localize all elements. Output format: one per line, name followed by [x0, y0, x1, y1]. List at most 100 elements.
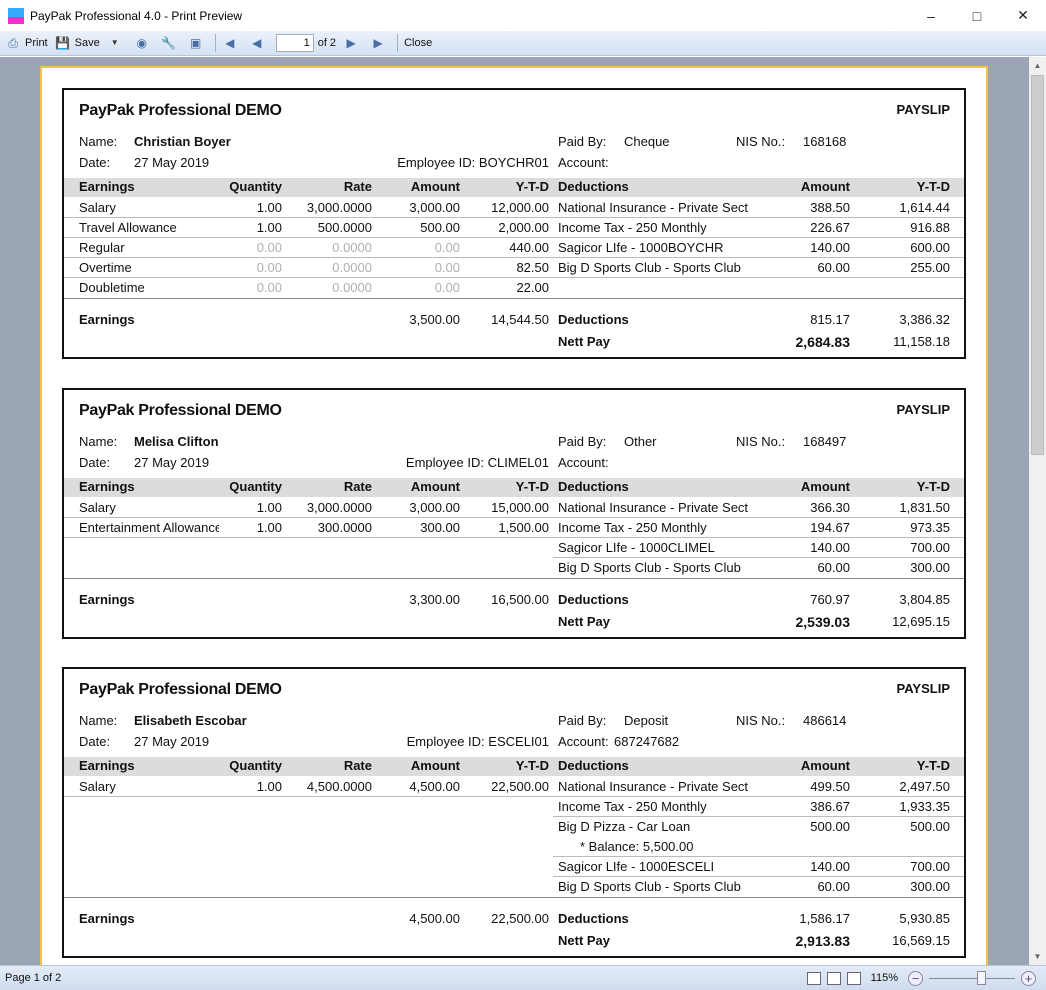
totals-divider — [64, 897, 964, 908]
zoom-slider[interactable] — [929, 970, 1015, 985]
earnings-total-ytd: 22,500.00 — [491, 911, 549, 926]
find-button[interactable]: ◉ — [134, 35, 154, 51]
earning-item — [64, 797, 553, 817]
toolbar: ⎙ Print 💾 Save ▼ ◉ 🔧 ▣ ◀ ◀ 1 of 2 ▶ ▶ Clos… — [0, 31, 1046, 56]
deduction-name: Sagicor LIfe - 1000BOYCHR — [558, 240, 724, 255]
save-dropdown[interactable]: ▼ — [107, 35, 127, 51]
earnings-total-amount: 4,500.00 — [409, 911, 460, 926]
table-row: Sagicor LIfe - 1000CLIMEL 140.00 700.00 — [64, 538, 964, 558]
last-page-icon: ▶ — [373, 36, 383, 50]
zoom-out-button[interactable]: − — [908, 970, 923, 986]
column-header: Quantity — [229, 758, 282, 773]
column-header: Rate — [343, 179, 372, 194]
first-page-button[interactable]: ◀ — [222, 35, 242, 51]
deduction-name: Big D Sports Club - Sports Club — [558, 260, 741, 275]
earning-quantity: 1.00 — [256, 520, 282, 535]
vertical-scrollbar[interactable]: ▲ ▼ — [1029, 57, 1046, 965]
deduction-amount: 194.67 — [810, 520, 850, 535]
deduction-item: Big D Sports Club - Sports Club 60.00 300.… — [553, 877, 964, 897]
column-header-row: Earnings Quantity Rate Amount Y-T-D Deduction… — [64, 478, 964, 497]
maximize-button[interactable]: □ — [954, 0, 1000, 31]
preview-area: PayPak Professional DEMO PAYSLIP Name: Chri… — [0, 57, 1029, 965]
options-button[interactable]: 🔧 — [161, 35, 181, 51]
close-button[interactable]: Close — [404, 37, 432, 49]
prev-page-button[interactable]: ◀ — [249, 35, 269, 51]
deduction-item: Sagicor LIfe - 1000BOYCHR 140.00 600.00 — [553, 238, 964, 258]
multi-page-icon[interactable] — [846, 971, 861, 985]
employee-name: Melisa Clifton — [134, 434, 219, 449]
deduction-amount: 60.00 — [817, 260, 850, 275]
earnings-total-label: Earnings — [79, 312, 135, 327]
one-page-icon[interactable] — [826, 971, 841, 985]
table-row: Sagicor LIfe - 1000ESCELI 140.00 700.00 — [64, 857, 964, 877]
table-row: Regular 0.00 0.0000 0.00 440.00 Sagicor LIfe … — [64, 238, 964, 258]
deduction-name: Income Tax - 250 Monthly — [558, 799, 707, 814]
nett-pay-row: Nett Pay 2,539.03 12,695.15 — [64, 611, 964, 635]
deduction-amount: 499.50 — [810, 779, 850, 794]
earning-amount: 0.00 — [434, 280, 460, 295]
earning-item: Overtime 0.00 0.0000 0.00 82.50 — [64, 258, 553, 278]
wrench-icon: 🔧 — [161, 36, 177, 50]
nis-label: NIS No.: — [736, 434, 786, 449]
earning-rate: 0.0000 — [332, 260, 372, 275]
scroll-down-icon[interactable]: ▼ — [1029, 948, 1046, 965]
page-number-input[interactable]: 1 — [275, 34, 314, 52]
nett-pay-ytd: 16,569.15 — [892, 933, 950, 948]
date-label: Date: — [79, 734, 111, 749]
minimize-button[interactable]: – — [908, 0, 954, 31]
page-setup-button[interactable]: ▣ — [188, 35, 208, 51]
table-row: Salary 1.00 4,500.0000 4,500.00 22,500.00 Nat… — [64, 777, 964, 797]
deduction-item: Big D Pizza - Car Loan 500.00 500.00 — [553, 817, 964, 837]
deductions-total: Deductions 760.97 3,804.85 — [553, 589, 964, 611]
dropdown-icon: ▼ — [110, 38, 119, 47]
payslip-label: PAYSLIP — [896, 402, 950, 417]
totals-row: Earnings 4,500.00 22,500.00 Deductions 1,586… — [64, 908, 964, 930]
nis-value: 486614 — [803, 713, 847, 728]
close-window-button[interactable]: ✕ — [1000, 0, 1046, 31]
employee-name: Christian Boyer — [134, 134, 231, 149]
app-logo-icon — [8, 7, 24, 24]
table-row: Doubletime 0.00 0.0000 0.00 22.00 — [64, 278, 964, 298]
table-row: Salary 1.00 3,000.0000 3,000.00 12,000.00 Nat… — [64, 198, 964, 218]
nett-pay-label: Nett Pay — [558, 933, 611, 948]
deduction-name: Big D Sports Club - Sports Club — [558, 560, 741, 575]
company-name: PayPak Professional DEMO — [79, 102, 282, 119]
last-page-button[interactable]: ▶ — [370, 35, 390, 51]
deduction-item: National Insurance - Private Sect 388.50 1… — [553, 198, 964, 218]
first-page-icon: ◀ — [225, 36, 235, 50]
deduction-amount: 226.67 — [810, 220, 850, 235]
earning-ytd: 15,000.00 — [491, 500, 549, 515]
deduction-ytd: 600.00 — [910, 240, 950, 255]
table-row: Travel Allowance 1.00 500.0000 500.00 2,000.… — [64, 218, 964, 238]
earning-item: Salary 1.00 3,000.0000 3,000.00 15,000.00 — [64, 498, 553, 518]
employee-name: Elisabeth Escobar — [134, 713, 247, 728]
zoom-in-button[interactable]: + — [1021, 970, 1036, 986]
earning-item — [64, 538, 553, 558]
pay-date: 27 May 2019 — [134, 734, 210, 749]
scroll-thumb[interactable] — [1031, 75, 1044, 455]
earning-ytd: 82.50 — [516, 260, 549, 275]
earning-ytd: 22,500.00 — [491, 779, 549, 794]
earning-amount: 0.00 — [434, 240, 460, 255]
fit-width-icon[interactable] — [806, 971, 821, 985]
deduction-ytd: 973.35 — [910, 520, 950, 535]
column-header: Amount — [410, 758, 460, 773]
pay-date: 27 May 2019 — [134, 155, 210, 170]
zoom-slider-handle[interactable] — [977, 970, 986, 985]
next-page-button[interactable]: ▶ — [343, 35, 363, 51]
print-button[interactable]: ⎙ Print — [5, 35, 47, 51]
deduction-amount: 366.30 — [810, 500, 850, 515]
save-button[interactable]: 💾 Save — [55, 35, 100, 51]
employee-id-label: Employee ID: — [406, 734, 485, 749]
scroll-up-icon[interactable]: ▲ — [1029, 57, 1046, 74]
table-row: Entertainment Allowance 1.00 300.0000 300.0… — [64, 518, 964, 538]
employee-id: Employee ID: CLIMEL01 — [406, 455, 549, 470]
earning-item — [64, 837, 553, 857]
status-bar: Page 1 of 2 115% − + — [0, 965, 1046, 990]
deduction-name: Sagicor LIfe - 1000ESCELI — [558, 859, 715, 874]
column-header: Earnings — [79, 179, 135, 194]
line-items: Earnings Quantity Rate Amount Y-T-D Deduction… — [64, 478, 964, 635]
